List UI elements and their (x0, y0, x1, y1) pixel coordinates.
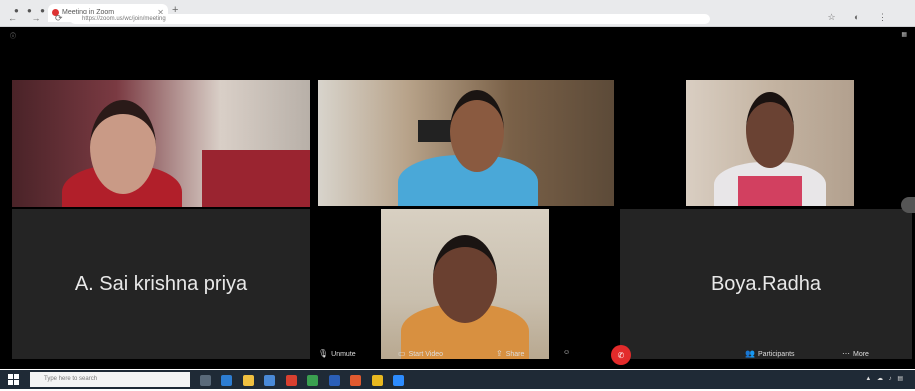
phone-hangup-icon: ✆ (617, 350, 625, 360)
windows-start-icon[interactable] (8, 374, 19, 385)
address-bar[interactable]: https://zoom.us/wc/join/meeting (70, 14, 710, 24)
store-icon[interactable] (264, 375, 276, 386)
participant-head (433, 235, 497, 323)
participant-video-2[interactable] (318, 80, 614, 206)
office-icon[interactable] (285, 375, 297, 386)
file-explorer-icon[interactable] (242, 375, 254, 386)
participants-button[interactable]: 👥 Participants (745, 349, 795, 358)
taskbar-app-icons (200, 373, 410, 391)
browser-chrome: ● ● ● Meeting in Zoom ✕ + ← → ⟳ https://… (0, 0, 915, 27)
participant-head (450, 90, 504, 172)
microphone-icon: 🎙 (318, 349, 329, 358)
participant-video-1[interactable] (12, 80, 310, 207)
zoom-icon[interactable] (393, 375, 405, 386)
excel-icon[interactable] (307, 375, 319, 386)
participant-tile-name-only[interactable]: A. Sai krishna priya (12, 209, 310, 359)
meeting-area: ⓘ ▦ A. Sai krishna priya Boya.Radha 🎙 Unm… (0, 27, 915, 369)
meeting-controls-bar: 🎙 Unmute ▭ Start Video ⇪ Share ☺ ✆ 👥 Partici… (0, 341, 915, 369)
participant-video-3[interactable] (686, 80, 854, 206)
participant-name: Boya.Radha (710, 272, 822, 295)
participant-tile-name-only[interactable]: Boya.Radha (620, 209, 912, 359)
leave-button[interactable]: ✆ (611, 345, 631, 365)
task-view-icon[interactable] (200, 375, 211, 386)
meeting-info-icon[interactable]: ⓘ (10, 31, 16, 40)
camera-icon: ▭ (398, 349, 406, 358)
participant-head (746, 92, 794, 168)
sidebar-toggle-handle[interactable] (901, 197, 915, 213)
participant-dupatta (738, 176, 802, 206)
unmute-button[interactable]: 🎙 Unmute (318, 349, 356, 358)
participant-name: A. Sai krishna priya (74, 272, 248, 295)
taskbar-search-input[interactable]: Type here to search (30, 372, 190, 387)
powerpoint-icon[interactable] (350, 375, 362, 386)
word-icon[interactable] (328, 375, 340, 386)
people-icon: 👥 (745, 349, 755, 358)
chrome-icon[interactable] (371, 375, 383, 386)
windows-taskbar: Type here to search ▲ ☁ ♪ ▤ (0, 370, 915, 389)
share-screen-icon: ⇪ (496, 349, 503, 358)
view-toggle-icon[interactable]: ▦ (901, 31, 907, 38)
more-button[interactable]: ⋯ More (842, 349, 869, 358)
background-bedspread (202, 150, 310, 207)
share-button[interactable]: ⇪ Share (496, 349, 524, 358)
participant-head (90, 100, 156, 194)
more-icon: ⋯ (842, 349, 850, 358)
participant-video-5[interactable] (381, 209, 549, 359)
reactions-icon[interactable]: ☺ (563, 349, 570, 356)
browser-extension-icons[interactable]: ☆ ◐ ⋮ (827, 12, 895, 23)
edge-icon[interactable] (221, 375, 233, 386)
system-tray[interactable]: ▲ ☁ ♪ ▤ (865, 375, 905, 382)
nav-buttons[interactable]: ← → ⟳ (8, 13, 69, 24)
start-video-button[interactable]: ▭ Start Video (398, 349, 443, 358)
